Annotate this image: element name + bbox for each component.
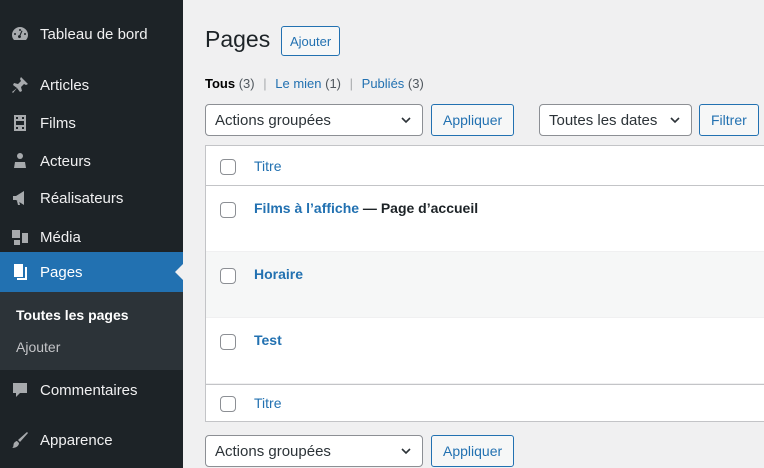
sidebar-item-label: Films (40, 114, 76, 132)
bulk-actions-value: Actions groupées (215, 111, 331, 129)
submenu-item-all-pages[interactable]: Toutes les pages (16, 307, 129, 323)
filter-separator: | (263, 76, 267, 91)
bulk-actions-select-top[interactable]: Actions groupées (205, 104, 423, 136)
sidebar-item-label: Commentaires (40, 381, 138, 399)
filter-all-count: (3) (238, 76, 255, 91)
post-state-label: — Page d’accueil (359, 200, 479, 216)
filter-published-count: (3) (407, 76, 424, 91)
add-page-button[interactable]: Ajouter (281, 26, 341, 56)
select-all-checkbox-footer[interactable] (220, 396, 236, 412)
sidebar-item-realisateurs[interactable]: Réalisateurs (0, 187, 183, 209)
sidebar-item-label: Réalisateurs (40, 189, 124, 207)
date-filter-select[interactable]: Toutes les dates (539, 104, 692, 136)
row-title-link[interactable]: Horaire (254, 266, 303, 282)
sidebar-item-label: Tableau de bord (40, 25, 148, 43)
sidebar-item-label: Média (40, 228, 81, 246)
comment-icon (0, 379, 40, 401)
apply-button-bottom[interactable]: Appliquer (431, 435, 515, 467)
submenu-item-add[interactable]: Ajouter (16, 339, 60, 355)
main-content: Pages Ajouter Tous (3) | Le mien (1) | P… (183, 0, 764, 468)
pages-submenu: Toutes les pages Ajouter (0, 292, 183, 370)
row-title: Films à l’affiche — Page d’accueil (254, 200, 478, 216)
row-checkbox[interactable] (220, 268, 236, 284)
row-title-link[interactable]: Films à l’affiche (254, 200, 359, 216)
dashboard-icon (0, 23, 40, 45)
sidebar-item-media[interactable]: Média (0, 226, 183, 248)
sidebar-item-label: Acteurs (40, 152, 91, 170)
filter-mine-count: (1) (325, 76, 342, 91)
chevron-down-icon (401, 448, 411, 455)
filter-published-link[interactable]: Publiés (362, 76, 405, 91)
sidebar-item-label: Articles (40, 76, 90, 94)
brush-icon (0, 429, 40, 451)
column-title-header[interactable]: Titre (254, 158, 281, 174)
apply-button-top[interactable]: Appliquer (431, 104, 515, 136)
bulk-actions-value: Actions groupées (215, 442, 331, 460)
row-title-link[interactable]: Test (254, 332, 282, 348)
filter-separator: | (349, 76, 354, 91)
table-footer-row: Titre (206, 384, 764, 421)
pages-table: Titre Films à l’affiche — Page d’accueil… (205, 145, 764, 422)
column-title-footer[interactable]: Titre (254, 395, 281, 411)
date-filter-value: Toutes les dates (549, 111, 658, 129)
chevron-down-icon (401, 117, 411, 124)
filter-all-link[interactable]: Tous (205, 76, 235, 91)
select-all-checkbox[interactable] (220, 159, 236, 175)
page-title: Pages (205, 26, 271, 52)
media-icon (0, 226, 40, 248)
table-row: Films à l’affiche — Page d’accueil (206, 186, 764, 252)
filter-mine-link[interactable]: Le mien (275, 76, 321, 91)
filter-button[interactable]: Filtrer (699, 104, 759, 136)
row-checkbox[interactable] (220, 334, 236, 350)
table-row: Horaire (206, 252, 764, 318)
status-filter-links: Tous (3) | Le mien (1) | Publiés (3) (205, 76, 424, 91)
table-header-row: Titre (206, 146, 764, 186)
sidebar-item-films[interactable]: Films (0, 112, 183, 134)
chevron-down-icon (670, 117, 680, 124)
sidebar-item-articles[interactable]: Articles (0, 74, 183, 96)
admin-sidebar: Tableau de bord Articles Films Acteurs R… (0, 0, 183, 468)
megaphone-icon (0, 187, 40, 209)
sidebar-item-dashboard[interactable]: Tableau de bord (0, 23, 183, 45)
sidebar-item-label: Apparence (40, 431, 113, 449)
row-checkbox[interactable] (220, 202, 236, 218)
pages-icon (0, 261, 40, 283)
pin-icon (0, 74, 40, 96)
sidebar-item-label: Pages (40, 263, 83, 281)
bulk-actions-select-bottom[interactable]: Actions groupées (205, 435, 423, 467)
sidebar-item-comments[interactable]: Commentaires (0, 379, 183, 401)
table-row: Test (206, 318, 764, 384)
users-icon (0, 150, 40, 172)
film-icon (0, 112, 40, 134)
sidebar-item-pages[interactable]: Pages (0, 252, 183, 292)
sidebar-item-appearance[interactable]: Apparence (0, 429, 183, 451)
sidebar-item-acteurs[interactable]: Acteurs (0, 150, 183, 172)
